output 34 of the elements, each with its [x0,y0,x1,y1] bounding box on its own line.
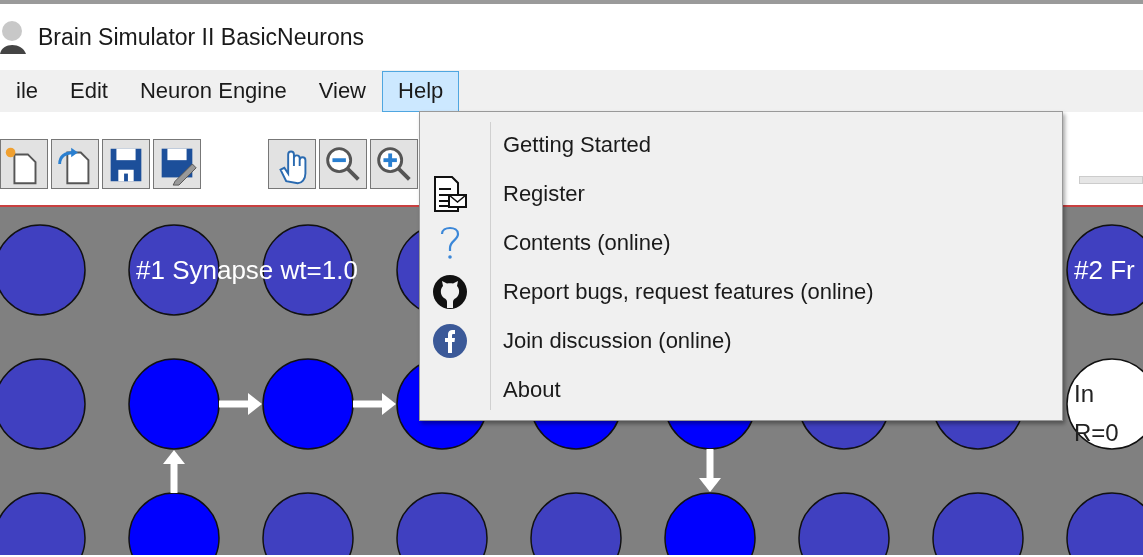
github-icon [432,273,468,310]
synapse-label: #2 Fr [1074,255,1135,285]
menu-item[interactable]: View [302,70,382,112]
menu-item[interactable]: ile [0,70,54,112]
synapse-arrow[interactable] [219,393,262,415]
window-title: Brain Simulator II BasicNeurons [38,23,364,51]
floppy-disk-button[interactable] [102,138,150,189]
menu-item[interactable]: About [503,376,561,403]
neuron-label: In [1074,380,1094,407]
zoom-in-button[interactable] [370,138,418,189]
menu-item[interactable]: Report bugs, request features (online) [503,278,874,305]
synapse-arrow[interactable] [699,449,721,492]
synapse-arrow[interactable] [353,393,396,415]
app-icon [0,20,28,54]
menu-item[interactable]: Contents (online) [503,229,671,256]
menu-item[interactable]: Help [382,70,460,112]
floppy-disk-pencil-button[interactable] [153,138,201,189]
zoom-out-button[interactable] [319,138,367,189]
open-file-button[interactable] [51,138,99,189]
slider-track[interactable] [1079,176,1143,184]
neuron-label: R=0 [1074,419,1119,446]
document-icon [432,174,468,213]
hand-button[interactable] [268,138,316,189]
menu-item[interactable]: Getting Started [503,131,651,158]
question-icon [439,224,461,261]
synapse-arrow[interactable] [163,450,185,493]
neuron[interactable] [1066,224,1143,316]
menu-item[interactable]: Join discussion (online) [503,327,732,354]
neuron[interactable] [1066,358,1143,450]
facebook-icon [432,322,468,359]
menu-item[interactable]: Edit [54,70,124,112]
new-file-button[interactable] [0,138,48,189]
menu-item[interactable]: Neuron Engine [123,70,303,112]
menu-item[interactable]: Register [503,180,585,207]
